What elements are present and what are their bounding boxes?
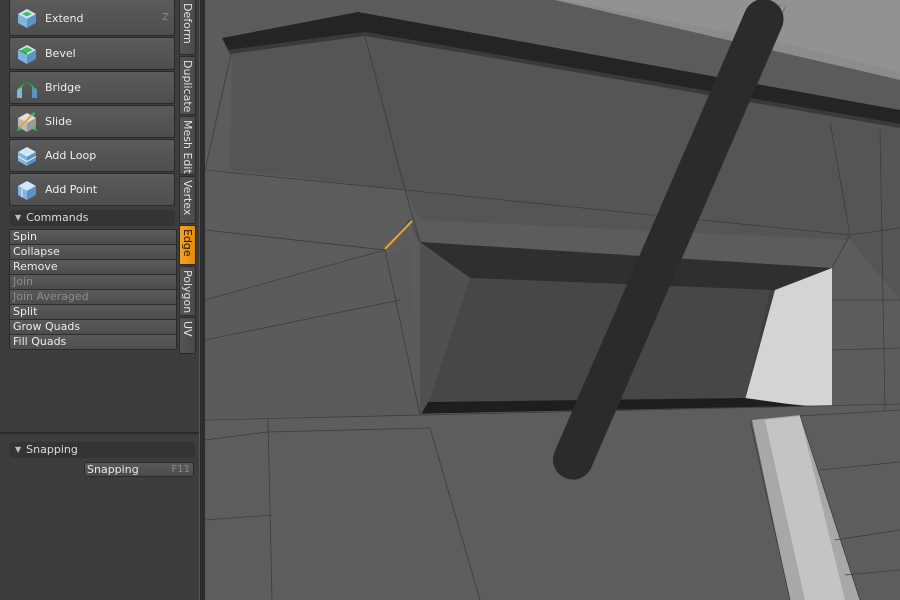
remove-command[interactable]: Remove (10, 260, 176, 275)
vertical-tab-strip: Deform Duplicate Mesh Edit Vertex Edge P… (179, 0, 196, 354)
command-list: Spin Collapse Remove Join Join Averaged … (9, 229, 177, 350)
bevel-icon (18, 45, 36, 64)
tab-mesh-edit[interactable]: Mesh Edit (179, 116, 196, 175)
grow-quads-command[interactable]: Grow Quads (10, 320, 176, 335)
slide-icon (17, 112, 37, 132)
tool-label: Extend (45, 12, 84, 25)
add-point-icon (18, 181, 36, 200)
tab-label: Vertex (181, 180, 194, 216)
snapping-header[interactable]: ▼ Snapping (9, 442, 195, 458)
tab-label: Duplicate (181, 60, 194, 113)
add-point-button[interactable]: Add Point (9, 173, 175, 206)
tab-edge[interactable]: Edge (179, 225, 196, 265)
commands-header[interactable]: ▼ Commands (9, 210, 175, 226)
toolbox-panel: Extend Z Bevel Bridge Slide Add Loop Add… (0, 0, 199, 600)
join-command[interactable]: Join (10, 275, 176, 290)
extend-button[interactable]: Extend Z (9, 0, 175, 36)
collapse-command[interactable]: Collapse (10, 245, 176, 260)
tool-shortcut: Z (162, 12, 169, 23)
join-averaged-command[interactable]: Join Averaged (10, 290, 176, 305)
spin-command[interactable]: Spin (10, 230, 176, 245)
tab-duplicate[interactable]: Duplicate (179, 56, 196, 115)
tab-polygon[interactable]: Polygon (179, 266, 196, 316)
snapping-header-label: Snapping (26, 443, 78, 456)
bridge-icon (17, 82, 37, 98)
viewport-canvas[interactable] (205, 0, 900, 600)
panel-divider (0, 432, 199, 434)
bevel-button[interactable]: Bevel (9, 37, 175, 70)
fill-quads-command[interactable]: Fill Quads (10, 335, 176, 349)
tool-label: Add Loop (45, 149, 97, 162)
tool-label: Bridge (45, 81, 81, 94)
split-command[interactable]: Split (10, 305, 176, 320)
tool-list: Extend Z Bevel Bridge Slide Add Loop Add… (9, 0, 175, 207)
add-loop-button[interactable]: Add Loop (9, 139, 175, 172)
slide-button[interactable]: Slide (9, 105, 175, 138)
tab-label: Deform (181, 3, 194, 44)
add-loop-icon (17, 147, 37, 166)
tool-label: Slide (45, 115, 72, 128)
snapping-button-label: Snapping (87, 463, 139, 476)
snapping-shortcut: F11 (171, 464, 190, 475)
tool-label: Add Point (45, 183, 98, 196)
3d-viewport[interactable] (205, 0, 900, 600)
snapping-button[interactable]: Snapping F11 (84, 462, 194, 477)
tab-label: Mesh Edit (181, 120, 194, 174)
tab-label: Polygon (181, 270, 194, 314)
tab-label: Edge (181, 229, 194, 257)
tab-uv[interactable]: UV (179, 317, 196, 354)
tab-deform[interactable]: Deform (179, 0, 196, 55)
collapse-triangle-icon: ▼ (15, 445, 22, 454)
tab-vertex[interactable]: Vertex (179, 176, 196, 224)
tool-label: Bevel (45, 47, 76, 60)
bridge-button[interactable]: Bridge (9, 71, 175, 104)
collapse-triangle-icon: ▼ (15, 213, 22, 222)
tab-label: UV (181, 321, 194, 337)
commands-header-label: Commands (26, 211, 89, 224)
extend-icon (18, 9, 36, 28)
